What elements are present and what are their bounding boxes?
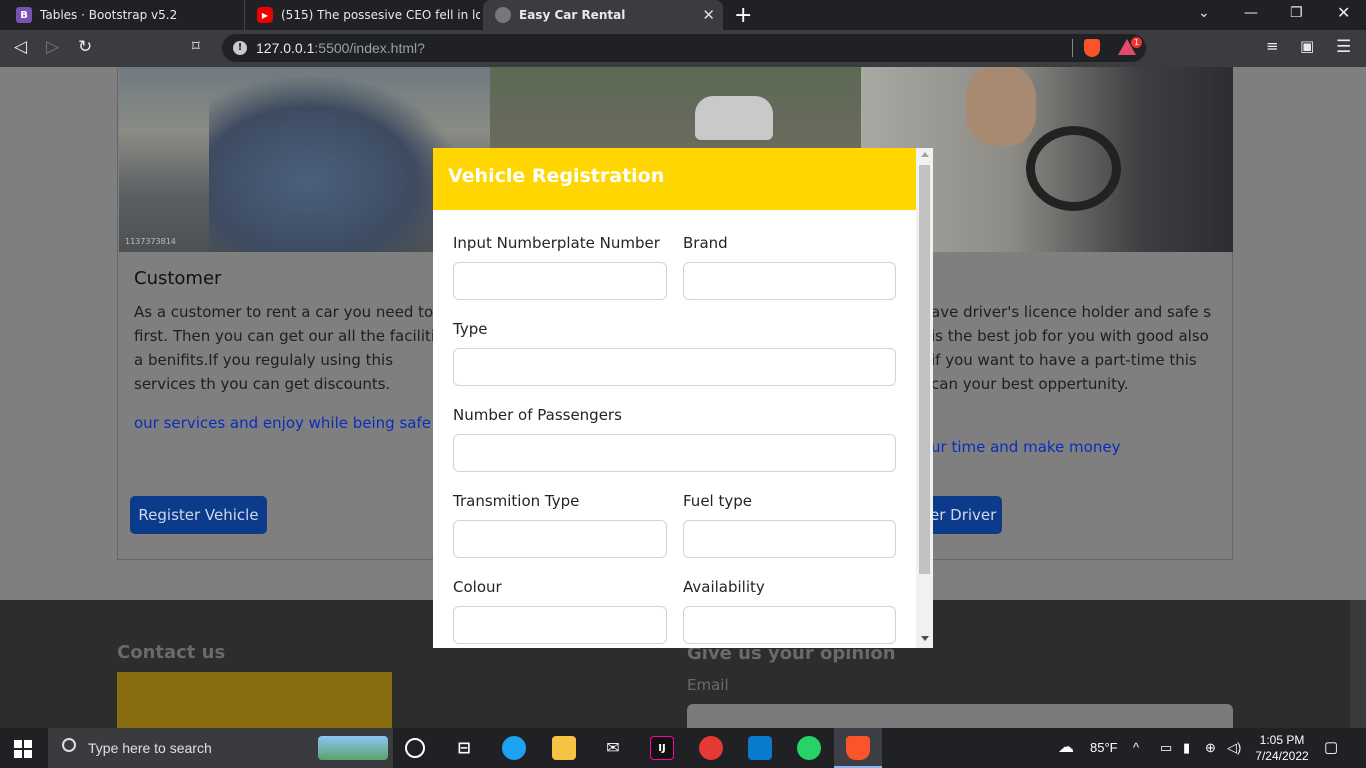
image-watermark: 1137373814 xyxy=(125,237,176,246)
fuel-label: Fuel type xyxy=(683,492,752,510)
page-scrollbar[interactable] xyxy=(1350,600,1366,728)
contact-title: Contact us xyxy=(117,642,226,663)
cloud-icon[interactable]: ☁ xyxy=(1058,737,1074,757)
battery-icon[interactable]: ▮ xyxy=(1183,740,1190,756)
url-path: :5500/index.html? xyxy=(314,40,425,56)
weather-temp[interactable]: 85°F xyxy=(1090,740,1118,755)
modal-header: Vehicle Registration xyxy=(433,148,916,210)
info-icon[interactable]: ! xyxy=(233,41,247,55)
maximize-button[interactable]: ❐ xyxy=(1290,5,1303,21)
clock-time: 1:05 PM xyxy=(1259,733,1305,747)
driver-figure xyxy=(966,67,1036,146)
address-bar[interactable]: ! 127.0.0.1:5500/index.html? 1 xyxy=(222,34,1146,62)
type-input[interactable] xyxy=(453,348,896,386)
playlist-icon[interactable]: ≡ xyxy=(1266,37,1279,55)
bootstrap-icon: B xyxy=(16,7,32,23)
availability-label: Availability xyxy=(683,578,765,596)
windows-start-icon[interactable] xyxy=(14,740,32,758)
register-driver-button[interactable]: er Driver xyxy=(928,496,1002,534)
tab-title: Tables · Bootstrap v5.2 xyxy=(40,8,178,22)
search-icon xyxy=(62,738,76,752)
nav-bar: ◁ ▷ ↻ ⌑ ! 127.0.0.1:5500/index.html? 1 ≡… xyxy=(0,30,1366,67)
back-icon[interactable]: ◁ xyxy=(14,37,27,57)
meet-now-icon[interactable]: ▭ xyxy=(1160,740,1172,756)
scroll-up-icon[interactable] xyxy=(921,152,929,157)
numberplate-input[interactable] xyxy=(453,262,667,300)
tab-title: Easy Car Rental xyxy=(519,8,626,22)
chrome-icon[interactable] xyxy=(699,736,723,760)
driver-text: ave driver's licence holder and safe s i… xyxy=(931,303,1212,393)
vehicle-registration-modal: Vehicle Registration Input Numberplate N… xyxy=(433,148,933,648)
wallet-icon[interactable]: ▣ xyxy=(1300,37,1314,55)
clock[interactable]: 1:05 PM 7/24/2022 xyxy=(1250,732,1314,764)
network-icon[interactable]: ⊕ xyxy=(1205,740,1216,756)
close-window-button[interactable]: ✕ xyxy=(1337,3,1350,22)
new-tab-button[interactable]: + xyxy=(734,3,752,28)
forward-icon[interactable]: ▷ xyxy=(46,37,59,57)
edge-icon[interactable] xyxy=(502,736,526,760)
volume-icon[interactable]: ◁) xyxy=(1227,740,1241,756)
car-figure xyxy=(695,96,773,140)
tab-youtube[interactable]: ▶ (515) The possesive CEO fell in love w… xyxy=(244,0,480,30)
taskbar: Type here to search ⊟ ✉ IJ ☁ 85°F ^ ▭ ▮ … xyxy=(0,728,1366,768)
scroll-down-icon[interactable] xyxy=(921,636,929,641)
whatsapp-icon[interactable] xyxy=(797,736,821,760)
menu-icon[interactable]: ☰ xyxy=(1336,37,1351,57)
tab-title: (515) The possesive CEO fell in love wi xyxy=(281,8,480,22)
email-field[interactable] xyxy=(687,704,1233,728)
modal-title: Vehicle Registration xyxy=(448,165,665,187)
steering-wheel-figure xyxy=(1026,126,1121,211)
customer-text: As a customer to rent a car you need to … xyxy=(134,303,454,393)
intellij-icon[interactable]: IJ xyxy=(650,736,674,760)
youtube-icon: ▶ xyxy=(257,7,273,23)
modal-scrollbar[interactable] xyxy=(916,148,933,648)
family-figure xyxy=(209,76,459,252)
email-label: Email xyxy=(687,676,729,694)
rewards-badge: 1 xyxy=(1131,37,1142,48)
colour-input[interactable] xyxy=(453,606,667,644)
customer-link[interactable]: our services and enjoy while being safe … xyxy=(134,414,442,432)
type-label: Type xyxy=(453,320,488,338)
register-vehicle-button[interactable]: Register Vehicle xyxy=(130,496,267,534)
availability-input[interactable] xyxy=(683,606,896,644)
mail-icon[interactable]: ✉ xyxy=(601,736,625,760)
contact-image xyxy=(117,672,392,728)
transmission-input[interactable] xyxy=(453,520,667,558)
scroll-thumb[interactable] xyxy=(919,165,930,574)
file-explorer-icon[interactable] xyxy=(552,736,576,760)
tab-bar: B Tables · Bootstrap v5.2 ▶ (515) The po… xyxy=(0,0,1366,30)
tab-bootstrap[interactable]: B Tables · Bootstrap v5.2 xyxy=(4,0,242,30)
url-text: 127.0.0.1:5500/index.html? xyxy=(256,40,425,56)
driver-link[interactable]: ur time and make money xyxy=(931,438,1120,456)
close-tab-icon[interactable]: ✕ xyxy=(702,6,715,24)
tab-easy-car-rental[interactable]: Easy Car Rental ✕ xyxy=(483,0,723,30)
passengers-label: Number of Passengers xyxy=(453,406,622,424)
divider xyxy=(1072,39,1073,57)
minimize-button[interactable]: — xyxy=(1244,5,1258,21)
colour-label: Colour xyxy=(453,578,502,596)
customer-title: Customer xyxy=(134,268,222,289)
brand-label: Brand xyxy=(683,234,728,252)
task-view-icon[interactable]: ⊟ xyxy=(452,736,476,760)
clock-date: 7/24/2022 xyxy=(1255,749,1309,763)
search-highlight-icon[interactable] xyxy=(318,736,388,760)
globe-icon xyxy=(495,7,511,23)
notification-icon[interactable]: ▢ xyxy=(1324,738,1338,756)
fuel-input[interactable] xyxy=(683,520,896,558)
url-host: 127.0.0.1 xyxy=(256,40,315,56)
numberplate-label: Input Numberplate Number xyxy=(453,234,660,252)
brave-icon[interactable] xyxy=(846,736,870,760)
search-placeholder: Type here to search xyxy=(88,740,212,756)
chevron-up-icon[interactable]: ^ xyxy=(1133,740,1139,755)
bookmark-icon[interactable]: ⌑ xyxy=(192,37,200,55)
brand-input[interactable] xyxy=(683,262,896,300)
passengers-input[interactable] xyxy=(453,434,896,472)
vscode-icon[interactable] xyxy=(748,736,772,760)
reload-icon[interactable]: ↻ xyxy=(78,37,92,57)
transmission-label: Transmition Type xyxy=(453,492,580,510)
brave-shields-icon[interactable] xyxy=(1084,39,1100,57)
cortana-icon[interactable] xyxy=(405,738,425,758)
chevron-down-icon[interactable]: ⌄ xyxy=(1198,5,1210,21)
